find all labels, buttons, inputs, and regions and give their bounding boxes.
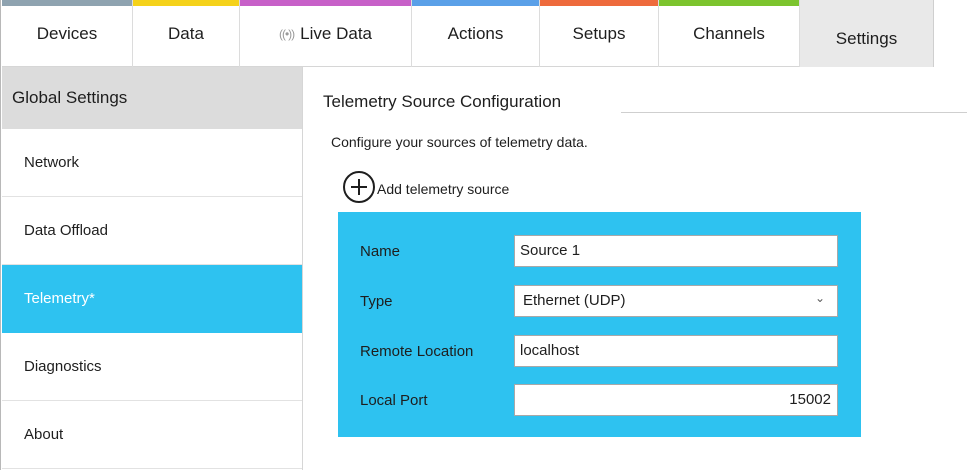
- local-port-label: Local Port: [360, 392, 428, 409]
- sidebar-item-network[interactable]: Network: [2, 129, 302, 197]
- name-row: Name Source 1: [338, 235, 861, 269]
- type-selected-value: Ethernet (UDP): [523, 292, 626, 309]
- add-button-label: Add telemetry source: [377, 181, 510, 197]
- chevron-down-icon: ⌄: [814, 291, 825, 305]
- tab-color-bar: [659, 0, 799, 6]
- add-telemetry-source-button[interactable]: Add telemetry source: [343, 171, 509, 203]
- settings-window: Devices Data ((•)) Live Data Actions Set…: [0, 0, 967, 470]
- remote-location-label: Remote Location: [360, 343, 474, 360]
- add-circle-icon: [343, 171, 375, 203]
- broadcast-icon: ((•)): [278, 26, 295, 41]
- local-port-row: Local Port 15002: [338, 384, 861, 418]
- remote-location-input[interactable]: localhost: [514, 335, 838, 367]
- tab-label: Setups: [572, 23, 626, 43]
- sidebar-item-telemetry[interactable]: Telemetry*: [2, 265, 302, 333]
- sidebar-item-diagnostics[interactable]: Diagnostics: [2, 333, 302, 401]
- tab-label: Devices: [36, 23, 98, 43]
- sidebar-item-label: Data Offload: [24, 222, 108, 239]
- sidebar-item-data-offload[interactable]: Data Offload: [2, 197, 302, 265]
- tab-bar-filler: [934, 0, 967, 67]
- type-select[interactable]: Ethernet (UDP) ⌄: [514, 285, 838, 317]
- main-tab-bar: Devices Data ((•)) Live Data Actions Set…: [2, 0, 967, 67]
- section-description: Configure your sources of telemetry data…: [331, 134, 588, 150]
- sidebar-header: Global Settings: [2, 67, 302, 129]
- name-label: Name: [360, 243, 401, 260]
- settings-sidebar: Global Settings Network Data Offload Tel…: [2, 67, 303, 470]
- tab-live-data[interactable]: ((•)) Live Data: [240, 0, 412, 67]
- local-port-input[interactable]: 15002: [514, 384, 838, 416]
- tab-color-bar: [2, 0, 132, 6]
- tab-color-bar: [540, 0, 658, 6]
- sidebar-item-label: About: [24, 426, 64, 443]
- tab-label: Live Data: [300, 23, 372, 43]
- tab-color-bar: [412, 0, 539, 6]
- sidebar-item-about[interactable]: About: [2, 401, 302, 469]
- tab-data[interactable]: Data: [133, 0, 240, 67]
- name-input[interactable]: Source 1: [514, 235, 838, 267]
- section-title: Telemetry Source Configuration: [323, 92, 562, 111]
- tab-devices[interactable]: Devices: [2, 0, 133, 67]
- tab-color-bar: [240, 0, 411, 6]
- sidebar-item-label: Telemetry*: [24, 290, 95, 307]
- telemetry-settings-pane: Telemetry Source Configuration Configure…: [304, 67, 967, 470]
- remote-location-row: Remote Location localhost: [338, 335, 861, 369]
- sidebar-item-label: Diagnostics: [24, 358, 102, 375]
- tab-label: Actions: [447, 23, 504, 43]
- sidebar-item-label: Network: [24, 154, 80, 171]
- tab-channels[interactable]: Channels: [659, 0, 800, 67]
- type-row: Type Ethernet (UDP) ⌄: [338, 285, 861, 319]
- tab-setups[interactable]: Setups: [540, 0, 659, 67]
- tab-settings[interactable]: Settings: [800, 0, 934, 67]
- section-divider: [621, 112, 967, 113]
- type-label: Type: [360, 293, 393, 310]
- tab-label: Data: [168, 23, 204, 43]
- tab-color-bar: [133, 0, 239, 6]
- telemetry-source-panel: Name Source 1 Type Ethernet (UDP) ⌄ Remo…: [338, 212, 861, 437]
- tab-actions[interactable]: Actions: [412, 0, 540, 67]
- tab-label: Settings: [835, 28, 898, 48]
- tab-label: Channels: [693, 23, 765, 43]
